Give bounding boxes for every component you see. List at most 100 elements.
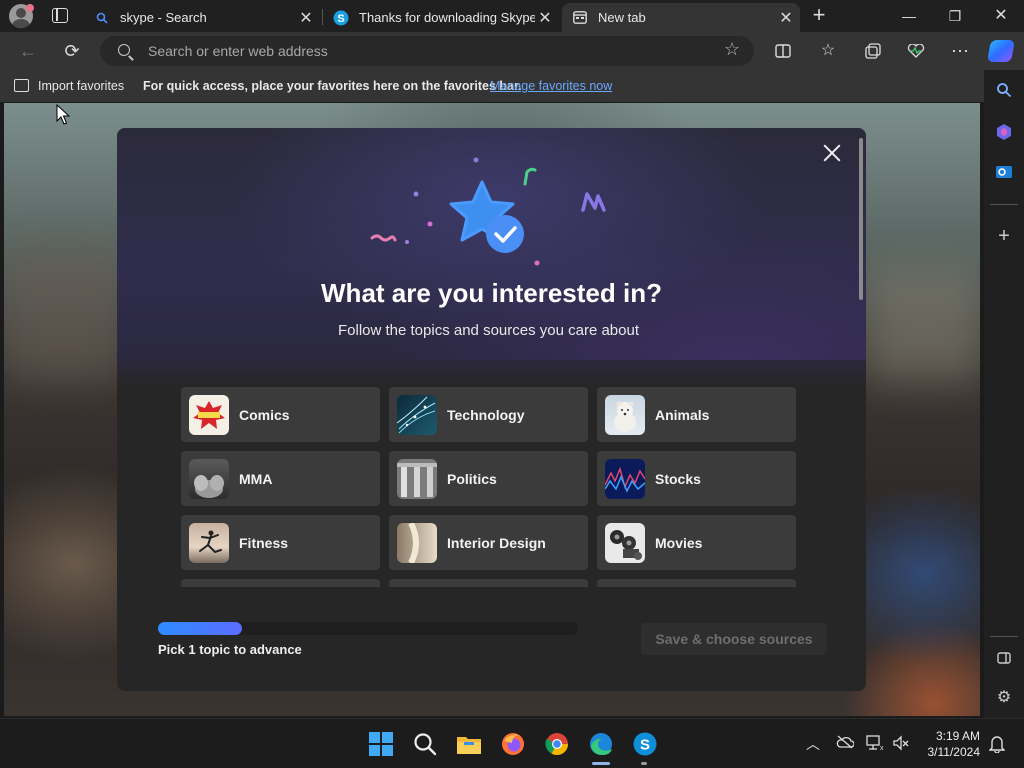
topic-label: Fitness — [239, 534, 289, 551]
tab-actions-icon[interactable] — [52, 8, 68, 23]
manage-favorites-link[interactable]: Manage favorites now — [490, 79, 612, 93]
svg-text:S: S — [337, 13, 344, 25]
topic-label: MMA — [239, 470, 273, 487]
taskbar: S ︿ x 3:19 AM 3/11/2024 — [0, 718, 1024, 768]
topic-comics[interactable]: Comics — [181, 387, 380, 442]
file-explorer-icon[interactable] — [456, 731, 482, 757]
close-window-icon[interactable]: ✕ — [978, 0, 1024, 32]
topic-mma[interactable]: MMA — [181, 451, 380, 506]
sidebar-divider — [990, 204, 1018, 205]
edge-icon[interactable] — [588, 731, 614, 757]
tab-title: New tab — [598, 10, 646, 25]
refresh-icon[interactable]: ⟳ — [56, 32, 88, 70]
topic-label: Stocks — [655, 470, 701, 487]
dialog-title: What are you interested in? — [321, 278, 662, 308]
interests-dialog: What are you interested in? Follow the t… — [117, 128, 866, 691]
restore-icon[interactable]: ❐ — [932, 0, 978, 32]
topic-movies[interactable]: Movies — [597, 515, 796, 570]
topic-label: Technology — [447, 406, 525, 423]
onedrive-icon[interactable] — [836, 735, 855, 753]
toolbar: ← ⟳ ☆ ☆ ⋯ — [0, 32, 1024, 70]
clock-date[interactable]: 3/11/2024 — [920, 745, 981, 759]
topic-technology[interactable]: Technology — [389, 387, 588, 442]
star-icon[interactable]: ☆ — [724, 39, 740, 60]
topic-fitness[interactable]: Fitness — [181, 515, 380, 570]
import-favorites-button[interactable]: Import favorites — [38, 79, 124, 93]
tab-title: skype - Search — [120, 10, 207, 25]
topic-interior-design[interactable]: Interior Design — [389, 515, 588, 570]
skype-icon: S — [333, 10, 349, 26]
topic-label: Politics — [447, 470, 497, 487]
close-tab-icon[interactable]: ✕ — [296, 8, 316, 28]
favorites-bar: Import favorites For quick access, place… — [0, 70, 984, 102]
title-bar: skype - Search ✕ S Thanks for downloadin… — [0, 0, 1024, 32]
browser-essentials-icon[interactable] — [901, 32, 931, 70]
outlook-icon[interactable] — [992, 160, 1016, 184]
profile-notification-dot — [26, 4, 34, 12]
active-app-indicator — [592, 762, 610, 765]
fitness-thumbnail — [189, 522, 229, 563]
save-choose-sources-button[interactable]: Save & choose sources — [641, 623, 827, 655]
tab-skype-search[interactable]: skype - Search ✕ — [84, 3, 320, 32]
minimize-icon[interactable]: — — [886, 0, 932, 32]
favorites-hint: For quick access, place your favorites h… — [143, 79, 522, 93]
collections-icon[interactable] — [858, 32, 888, 70]
tab-new-tab[interactable]: New tab ✕ — [562, 3, 800, 32]
svg-text:x: x — [880, 745, 884, 751]
chrome-icon[interactable] — [544, 731, 570, 757]
mouse-cursor-icon — [56, 104, 70, 125]
mma-thumbnail — [189, 458, 229, 499]
topics-grid: Comics Technology Animals MMA Politics S… — [181, 387, 801, 587]
animals-thumbnail — [605, 394, 645, 435]
chevron-up-icon[interactable]: ︿ — [804, 735, 822, 753]
windows-start-icon[interactable] — [368, 731, 394, 757]
close-tab-icon[interactable]: ✕ — [535, 8, 555, 28]
copilot-icon[interactable] — [987, 40, 1015, 62]
search-icon — [94, 10, 110, 26]
firefox-icon[interactable] — [500, 731, 526, 757]
tab-title: Thanks for downloading Skype — [359, 10, 535, 25]
topic-label: Comics — [239, 406, 290, 423]
background-blur — [4, 243, 124, 383]
copilot-sidebar-icon[interactable] — [992, 120, 1016, 144]
notification-bell-icon[interactable] — [988, 735, 1006, 754]
sidebar-divider — [990, 636, 1018, 637]
progress-label: Pick 1 topic to advance — [158, 642, 302, 657]
split-screen-icon[interactable] — [768, 32, 798, 70]
dialog-scrollbar[interactable] — [859, 138, 863, 300]
tab-thanks-skype[interactable]: S Thanks for downloading Skype ✕ — [323, 3, 559, 32]
volume-muted-icon[interactable] — [892, 735, 910, 753]
movies-thumbnail — [605, 522, 645, 563]
clock-time[interactable]: 3:19 AM — [920, 729, 980, 743]
hide-sidebar-icon[interactable] — [992, 646, 1016, 670]
search-icon — [118, 44, 130, 56]
background-blur — [864, 263, 980, 383]
skype-taskbar-icon[interactable]: S — [632, 731, 658, 757]
comics-thumbnail — [189, 394, 229, 435]
topic-more[interactable] — [597, 579, 796, 587]
topic-more[interactable] — [389, 579, 588, 587]
topic-stocks[interactable]: Stocks — [597, 451, 796, 506]
edge-sidebar: + ⚙ — [984, 70, 1024, 718]
new-tab-button[interactable]: + — [808, 3, 830, 29]
close-tab-icon[interactable]: ✕ — [776, 8, 796, 28]
settings-gear-icon[interactable]: ⚙ — [992, 686, 1016, 710]
topic-animals[interactable]: Animals — [597, 387, 796, 442]
add-sidebar-app-icon[interactable]: + — [992, 224, 1016, 248]
topic-label: Interior Design — [447, 534, 546, 551]
more-options-icon[interactable]: ⋯ — [945, 32, 975, 70]
newtab-icon — [572, 10, 588, 26]
svg-text:S: S — [640, 737, 650, 754]
search-icon[interactable] — [992, 78, 1016, 102]
topic-more[interactable] — [181, 579, 380, 587]
close-dialog-icon[interactable] — [819, 140, 845, 166]
stocks-thumbnail — [605, 458, 645, 499]
address-bar[interactable]: ☆ — [100, 36, 754, 66]
import-favorites-icon[interactable] — [14, 79, 29, 92]
taskbar-search-icon[interactable] — [412, 731, 438, 757]
back-icon[interactable]: ← — [12, 32, 44, 70]
favorites-icon[interactable]: ☆ — [813, 32, 843, 70]
address-input[interactable] — [148, 36, 708, 66]
network-icon[interactable]: x — [866, 735, 884, 753]
topic-politics[interactable]: Politics — [389, 451, 588, 506]
